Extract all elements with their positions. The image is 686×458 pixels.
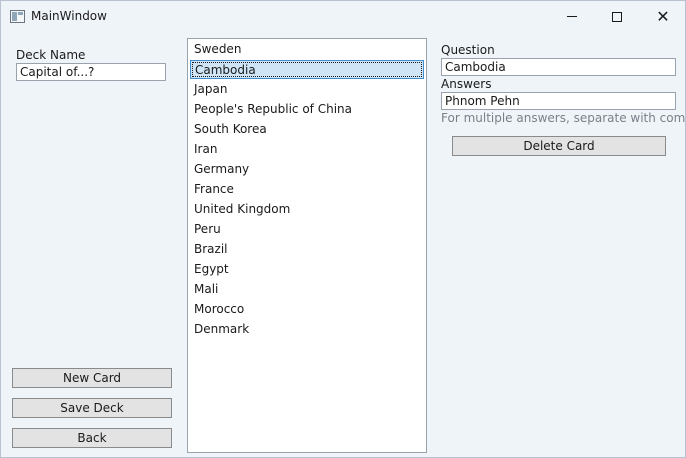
answers-label: Answers <box>441 77 492 91</box>
card-list-item[interactable]: France <box>190 180 424 199</box>
window-title: MainWindow <box>31 9 107 23</box>
card-list-item[interactable]: Germany <box>190 160 424 179</box>
deck-name-label: Deck Name <box>16 48 86 62</box>
maximize-icon <box>612 11 622 22</box>
back-button[interactable]: Back <box>12 428 172 448</box>
close-icon: ✕ <box>656 6 670 26</box>
card-list-item[interactable]: Sweden <box>190 40 424 59</box>
card-list[interactable]: Sweden Cambodia Japan People's Republic of … <box>187 38 427 453</box>
card-list-item[interactable]: People's Republic of China <box>190 100 424 119</box>
card-list-item[interactable]: Mali <box>190 280 424 299</box>
minimize-button[interactable] <box>549 1 595 32</box>
deck-name-input[interactable]: Capital of...? <box>16 63 166 81</box>
question-label: Question <box>441 43 495 57</box>
card-list-item[interactable]: Denmark <box>190 320 424 339</box>
card-list-item[interactable]: Peru <box>190 220 424 239</box>
card-list-item[interactable]: Iran <box>190 140 424 159</box>
question-input[interactable]: Cambodia <box>441 58 676 76</box>
card-list-item[interactable]: Cambodia <box>190 60 424 79</box>
delete-card-button[interactable]: Delete Card <box>452 136 666 156</box>
card-list-item[interactable]: United Kingdom <box>190 200 424 219</box>
app-window-icon <box>10 10 25 23</box>
save-deck-button[interactable]: Save Deck <box>12 398 172 418</box>
main-window: MainWindow ✕ Deck Name Capital of...? Ne… <box>0 0 686 458</box>
new-card-button[interactable]: New Card <box>12 368 172 388</box>
answers-input[interactable]: Phnom Pehn <box>441 92 676 110</box>
card-list-item[interactable]: Egypt <box>190 260 424 279</box>
title-bar[interactable]: MainWindow ✕ <box>1 1 685 32</box>
card-list-item[interactable]: South Korea <box>190 120 424 139</box>
card-list-item[interactable]: Brazil <box>190 240 424 259</box>
close-button[interactable]: ✕ <box>640 1 686 32</box>
answers-hint: For multiple answers, separate with comm… <box>441 111 686 125</box>
minimize-icon <box>567 16 577 17</box>
card-list-item[interactable]: Morocco <box>190 300 424 319</box>
maximize-button[interactable] <box>594 1 640 32</box>
card-list-item[interactable]: Japan <box>190 80 424 99</box>
